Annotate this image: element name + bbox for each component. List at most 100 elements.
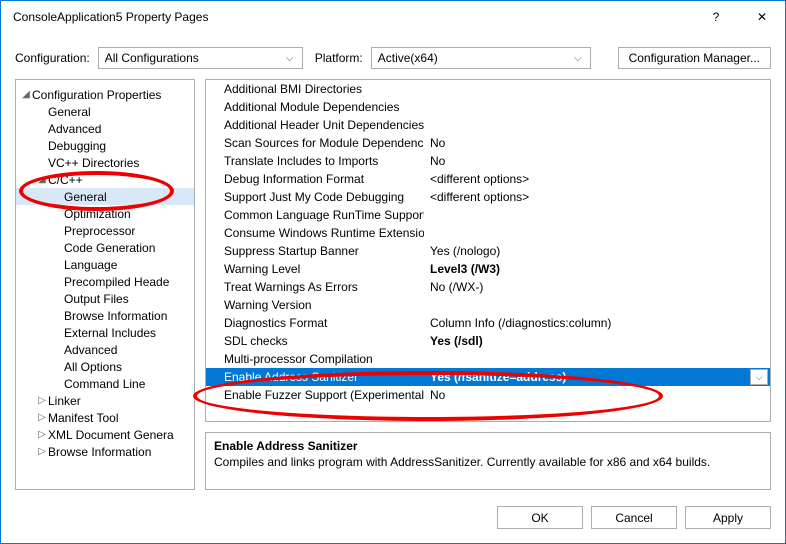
tree-item-debugging[interactable]: Debugging — [16, 137, 194, 154]
dialog-buttons: OK Cancel Apply — [1, 498, 785, 543]
property-pages-dialog: ConsoleApplication5 Property Pages ? ✕ C… — [0, 0, 786, 544]
property-tree[interactable]: ◢Configuration PropertiesGeneralAdvanced… — [15, 79, 195, 490]
tree-item-all-options[interactable]: All Options — [16, 358, 194, 375]
configuration-value: All Configurations — [103, 51, 282, 65]
property-value[interactable]: Yes (/sdl) — [424, 334, 770, 348]
tree-root[interactable]: ◢Configuration Properties — [16, 86, 194, 103]
property-name: Debug Information Format — [206, 172, 424, 186]
property-name: SDL checks — [206, 334, 424, 348]
property-dropdown-button[interactable]: ⌵ — [750, 369, 768, 385]
property-value[interactable]: Level3 (/W3) — [424, 262, 770, 276]
property-name: Multi-processor Compilation — [206, 352, 424, 366]
property-row[interactable]: Enable Fuzzer Support (Experimental)No — [206, 386, 770, 404]
window-title: ConsoleApplication5 Property Pages — [13, 10, 693, 24]
property-name: Additional BMI Directories — [206, 82, 424, 96]
property-name: Warning Version — [206, 298, 424, 312]
tree-item-precompiled-heade[interactable]: Precompiled Heade — [16, 273, 194, 290]
property-grid[interactable]: Additional BMI Directories Additional Mod… — [205, 79, 771, 422]
property-row[interactable]: Debug Information Format<different optio… — [206, 170, 770, 188]
tree-item-label: Language — [64, 258, 117, 272]
tree-item-c-c-[interactable]: ◢C/C++ — [16, 171, 194, 188]
tree-item-general[interactable]: General — [16, 188, 194, 205]
tree-item-label: Browse Information — [48, 445, 151, 459]
property-row[interactable]: SDL checksYes (/sdl) — [206, 332, 770, 350]
tree-item-vc-directories[interactable]: VC++ Directories — [16, 154, 194, 171]
description-title: Enable Address Sanitizer — [214, 439, 762, 453]
configuration-combobox[interactable]: All Configurations ⌵ — [98, 47, 303, 69]
property-row[interactable]: Support Just My Code Debugging<different… — [206, 188, 770, 206]
configuration-bar: Configuration: All Configurations ⌵ Plat… — [1, 33, 785, 79]
tree-item-language[interactable]: Language — [16, 256, 194, 273]
property-name: Suppress Startup Banner — [206, 244, 424, 258]
tree-item-preprocessor[interactable]: Preprocessor — [16, 222, 194, 239]
platform-combobox[interactable]: Active(x64) ⌵ — [371, 47, 591, 69]
tree-item-browse-information[interactable]: ▷Browse Information — [16, 443, 194, 460]
tree-item-code-generation[interactable]: Code Generation — [16, 239, 194, 256]
ok-button[interactable]: OK — [497, 506, 583, 529]
property-value[interactable]: Yes (/nologo) — [424, 244, 770, 258]
close-button[interactable]: ✕ — [739, 1, 785, 33]
property-name: Additional Module Dependencies — [206, 100, 424, 114]
main-content: ◢Configuration PropertiesGeneralAdvanced… — [1, 79, 785, 498]
titlebar: ConsoleApplication5 Property Pages ? ✕ — [1, 1, 785, 33]
property-row[interactable]: Common Language RunTime Support — [206, 206, 770, 224]
apply-button[interactable]: Apply — [685, 506, 771, 529]
chevron-down-icon: ⌵ — [756, 372, 763, 383]
tree-item-browse-information[interactable]: Browse Information — [16, 307, 194, 324]
property-row[interactable]: Consume Windows Runtime Extension — [206, 224, 770, 242]
property-row[interactable]: Warning Version — [206, 296, 770, 314]
cancel-button[interactable]: Cancel — [591, 506, 677, 529]
collapse-icon[interactable]: ◢ — [36, 174, 48, 185]
expand-icon[interactable]: ▷ — [36, 429, 48, 440]
property-value[interactable]: No — [424, 388, 770, 402]
tree-item-linker[interactable]: ▷Linker — [16, 392, 194, 409]
expand-icon[interactable]: ▷ — [36, 412, 48, 423]
tree-item-label: C/C++ — [48, 173, 83, 187]
tree-item-label: Configuration Properties — [32, 88, 161, 102]
property-row[interactable]: Warning LevelLevel3 (/W3) — [206, 260, 770, 278]
tree-item-label: Precompiled Heade — [64, 275, 169, 289]
property-value[interactable]: Yes (/fsanitize=address) — [424, 370, 770, 384]
tree-item-label: All Options — [64, 360, 122, 374]
property-value[interactable]: No (/WX-) — [424, 280, 770, 294]
tree-item-label: Debugging — [48, 139, 106, 153]
help-button[interactable]: ? — [693, 1, 739, 33]
property-row[interactable]: Additional BMI Directories — [206, 80, 770, 98]
property-row[interactable]: Suppress Startup BannerYes (/nologo) — [206, 242, 770, 260]
tree-item-advanced[interactable]: Advanced — [16, 120, 194, 137]
property-row[interactable]: Additional Module Dependencies — [206, 98, 770, 116]
property-value[interactable]: <different options> — [424, 190, 770, 204]
property-row[interactable]: Enable Address SanitizerYes (/fsanitize=… — [206, 368, 770, 386]
property-value[interactable]: Column Info (/diagnostics:column) — [424, 316, 770, 330]
tree-item-general[interactable]: General — [16, 103, 194, 120]
configuration-manager-button[interactable]: Configuration Manager... — [618, 47, 771, 69]
property-row[interactable]: Multi-processor Compilation — [206, 350, 770, 368]
property-row[interactable]: Translate Includes to ImportsNo — [206, 152, 770, 170]
tree-item-label: Code Generation — [64, 241, 155, 255]
tree-item-label: XML Document Genera — [48, 428, 174, 442]
expand-icon[interactable]: ▷ — [36, 395, 48, 406]
property-row[interactable]: Treat Warnings As ErrorsNo (/WX-) — [206, 278, 770, 296]
property-name: Translate Includes to Imports — [206, 154, 424, 168]
tree-item-command-line[interactable]: Command Line — [16, 375, 194, 392]
tree-item-label: Manifest Tool — [48, 411, 118, 425]
expand-icon[interactable]: ▷ — [36, 446, 48, 457]
platform-label: Platform: — [315, 51, 363, 65]
collapse-icon[interactable]: ◢ — [20, 89, 32, 100]
property-row[interactable]: Diagnostics FormatColumn Info (/diagnost… — [206, 314, 770, 332]
tree-item-output-files[interactable]: Output Files — [16, 290, 194, 307]
property-value[interactable]: No — [424, 154, 770, 168]
property-name: Diagnostics Format — [206, 316, 424, 330]
tree-item-advanced[interactable]: Advanced — [16, 341, 194, 358]
tree-item-external-includes[interactable]: External Includes — [16, 324, 194, 341]
property-value[interactable]: <different options> — [424, 172, 770, 186]
tree-item-manifest-tool[interactable]: ▷Manifest Tool — [16, 409, 194, 426]
chevron-down-icon: ⌵ — [282, 53, 298, 64]
property-value[interactable]: No — [424, 136, 770, 150]
tree-item-xml-document-genera[interactable]: ▷XML Document Genera — [16, 426, 194, 443]
property-row[interactable]: Scan Sources for Module DependenciesNo — [206, 134, 770, 152]
tree-item-optimization[interactable]: Optimization — [16, 205, 194, 222]
property-row[interactable]: Additional Header Unit Dependencies — [206, 116, 770, 134]
tree-item-label: External Includes — [64, 326, 156, 340]
chevron-down-icon: ⌵ — [570, 53, 586, 64]
